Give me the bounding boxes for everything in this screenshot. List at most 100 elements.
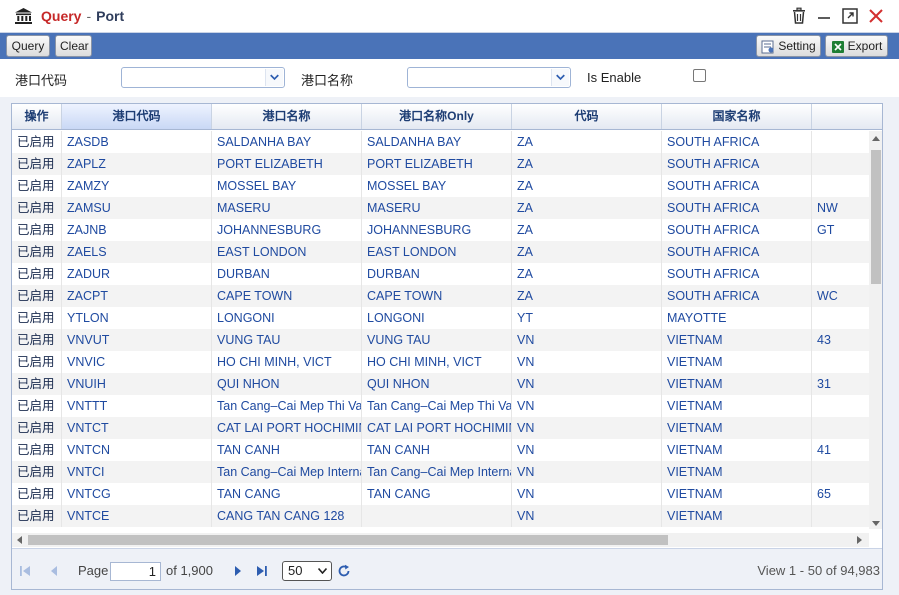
trash-icon[interactable] xyxy=(789,6,809,26)
col-country-name-cell: SOUTH AFRICA xyxy=(662,131,812,153)
minimize-icon[interactable] xyxy=(814,6,834,26)
col-extra-cell xyxy=(812,505,869,527)
col-extra-cell xyxy=(812,175,869,197)
table-row[interactable]: 已启用 VNVIC HO CHI MINH, VICT HO CHI MINH, VI… xyxy=(12,351,869,373)
page-number-input[interactable]: 1 xyxy=(110,562,161,581)
table-row[interactable]: 已启用 YTLON LONGONI LONGONI YT MAYOTTE xyxy=(12,307,869,329)
col-operation-cell: 已启用 xyxy=(12,439,62,461)
vertical-scroll-thumb[interactable] xyxy=(871,150,881,284)
col-code-header[interactable]: 代码 xyxy=(512,104,662,129)
col-port-name-cell: PORT ELIZABETH xyxy=(212,153,362,175)
col-port-code-cell: ZAMSU xyxy=(62,197,212,219)
col-extra-cell xyxy=(812,461,869,483)
scroll-up-icon[interactable] xyxy=(872,135,880,141)
is-enable-checkbox[interactable] xyxy=(693,69,706,82)
col-operation-cell: 已启用 xyxy=(12,153,62,175)
col-code-cell: VN xyxy=(512,417,662,439)
export-button[interactable]: Export xyxy=(825,35,888,57)
table-row[interactable]: 已启用 VNTCE CANG TAN CANG 128 VN VIETNAM xyxy=(12,505,869,527)
clear-button[interactable]: Clear xyxy=(55,35,92,57)
col-code-cell: YT xyxy=(512,307,662,329)
table-row[interactable]: 已启用 VNTCN TAN CANH TAN CANH VN VIETNAM 41 xyxy=(12,439,869,461)
col-country-name-cell: VIETNAM xyxy=(662,439,812,461)
col-port-name-cell: LONGONI xyxy=(212,307,362,329)
col-extra-cell xyxy=(812,131,869,153)
col-extra-cell xyxy=(812,241,869,263)
col-port-code-cell: YTLON xyxy=(62,307,212,329)
table-row[interactable]: 已启用VNTCITan Cang–Cai Mep InternationalTa… xyxy=(12,461,869,483)
col-port-code-cell: VNTCE xyxy=(62,505,212,527)
col-extra-cell xyxy=(812,417,869,439)
col-extra-cell: GT xyxy=(812,219,869,241)
chevron-down-icon xyxy=(318,568,327,574)
col-port-name-cell: QUI NHON xyxy=(212,373,362,395)
table-row[interactable]: 已启用 ZADUR DURBAN DURBAN ZA SOUTH AFRICA xyxy=(12,263,869,285)
col-port-name-cell: EAST LONDON xyxy=(212,241,362,263)
setting-button[interactable]: Setting xyxy=(756,35,821,57)
table-row[interactable]: 已启用 VNTCG TAN CANG TAN CANG VN VIETNAM 65 xyxy=(12,483,869,505)
close-icon[interactable] xyxy=(866,6,886,26)
table-row[interactable]: 已启用 VNTTT Tan Cang–Cai Mep Thi Vai Tan Cang… xyxy=(12,395,869,417)
port-name-select[interactable] xyxy=(407,67,571,88)
table-row[interactable]: 已启用 VNVUT VUNG TAU VUNG TAU VN VIETNAM 43 xyxy=(12,329,869,351)
query-button[interactable]: Query xyxy=(6,35,50,57)
page-label: Page xyxy=(78,563,109,578)
page-size-value: 50 xyxy=(288,563,303,578)
col-port-code-header[interactable]: 港口代码 xyxy=(62,104,212,129)
col-port-code-cell: VNTCN xyxy=(62,439,212,461)
col-extra-cell: WC xyxy=(812,285,869,307)
col-operation-header[interactable]: 操作 xyxy=(12,104,62,129)
col-code-cell: VN xyxy=(512,395,662,417)
col-country-name-cell: VIETNAM xyxy=(662,483,812,505)
table-row[interactable]: 已启用 ZASDB SALDANHA BAY SALDANHA BAY ZA SOUTH … xyxy=(12,131,869,153)
col-code-cell: ZA xyxy=(512,241,662,263)
toolbar: Query Clear Setting Export xyxy=(0,33,899,59)
pager: Page 1 of 1,900 50 View 1 - 50 of 94,983 xyxy=(12,548,882,589)
col-port-name-cell: SALDANHA BAY xyxy=(212,131,362,153)
filter-bar: 港口代码 港口名称 Is Enable xyxy=(0,59,899,97)
col-country-name-cell: SOUTH AFRICA xyxy=(662,285,812,307)
export-label: Export xyxy=(847,39,883,53)
maximize-icon[interactable] xyxy=(840,6,860,26)
col-code-cell: VN xyxy=(512,439,662,461)
col-country-name-cell: VIETNAM xyxy=(662,461,812,483)
table-row[interactable]: 已启用 ZAMZY MOSSEL BAY MOSSEL BAY ZA SOUTH AFRI… xyxy=(12,175,869,197)
col-port-name-cell: DURBAN xyxy=(212,263,362,285)
table-row[interactable]: 已启用 VNUIH QUI NHON QUI NHON VN VIETNAM 31 xyxy=(12,373,869,395)
col-operation-cell: 已启用 xyxy=(12,131,62,153)
excel-icon xyxy=(831,40,844,53)
first-page-icon[interactable] xyxy=(18,564,32,578)
last-page-icon[interactable] xyxy=(255,564,269,578)
col-operation-cell: 已启用 xyxy=(12,285,62,307)
port-code-select[interactable] xyxy=(121,67,285,88)
col-port-name-only-cell: PORT ELIZABETH xyxy=(362,153,512,175)
table-row[interactable]: 已启用 VNTCT CAT LAI PORT HOCHIMINH CAT LAI PO… xyxy=(12,417,869,439)
window-title-separator: - xyxy=(86,8,92,24)
col-port-name-header[interactable]: 港口名称 xyxy=(212,104,362,129)
table-row[interactable]: 已启用 ZAPLZ PORT ELIZABETH PORT ELIZABETH ZA SO… xyxy=(12,153,869,175)
col-country-name-cell: VIETNAM xyxy=(662,417,812,439)
scroll-down-icon[interactable] xyxy=(872,521,880,527)
col-country-name-header[interactable]: 国家名称 xyxy=(662,104,812,129)
scroll-right-icon[interactable] xyxy=(857,536,863,544)
horizontal-scrollbar[interactable] xyxy=(12,533,869,547)
col-code-cell: ZA xyxy=(512,175,662,197)
refresh-icon[interactable] xyxy=(337,564,351,578)
next-page-icon[interactable] xyxy=(231,564,245,578)
table-row[interactable]: 已启用 ZAJNB JOHANNESBURG JOHANNESBURG ZA SOUTH … xyxy=(12,219,869,241)
table-row[interactable]: 已启用 ZAMSU MASERU MASERU ZA SOUTH AFRICA NW xyxy=(12,197,869,219)
col-port-code-cell: ZAMZY xyxy=(62,175,212,197)
page-size-select[interactable]: 50 xyxy=(282,561,332,581)
horizontal-scroll-thumb[interactable] xyxy=(28,535,668,545)
table-row[interactable]: 已启用 ZAELS EAST LONDON EAST LONDON ZA SOUTH AF… xyxy=(12,241,869,263)
col-extra-header[interactable] xyxy=(812,104,882,129)
col-port-name-cell: JOHANNESBURG xyxy=(212,219,362,241)
table-row[interactable]: 已启用 ZACPT CAPE TOWN CAPE TOWN ZA SOUTH AFRICA… xyxy=(12,285,869,307)
col-port-name-only-header[interactable]: 港口名称Only xyxy=(362,104,512,129)
col-port-name-only-cell: MOSSEL BAY xyxy=(362,175,512,197)
view-summary: View 1 - 50 of 94,983 xyxy=(757,563,880,578)
vertical-scrollbar[interactable] xyxy=(869,131,882,529)
bank-icon xyxy=(15,8,32,24)
scroll-left-icon[interactable] xyxy=(16,536,22,544)
prev-page-icon[interactable] xyxy=(47,564,61,578)
